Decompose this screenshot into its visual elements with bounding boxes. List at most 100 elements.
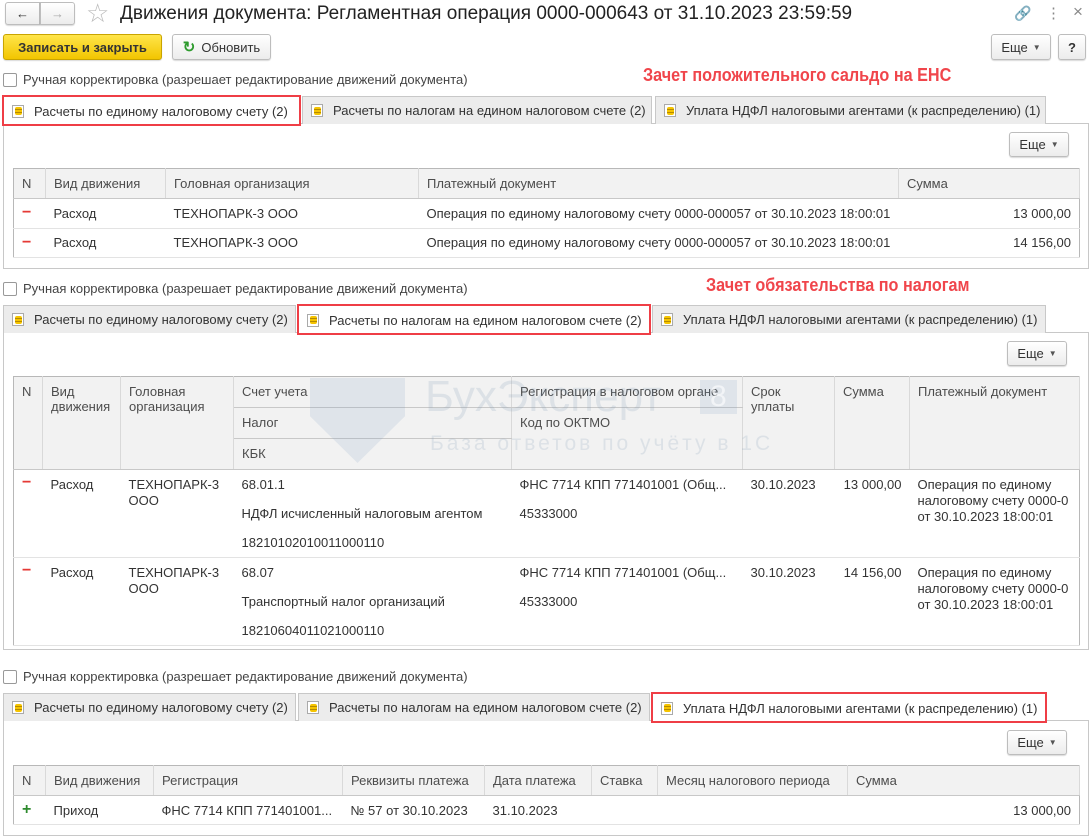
tab-3[interactable]: Уплата НДФЛ налоговыми агентами (к распр… <box>652 305 1046 333</box>
amount: 14 156,00 <box>834 557 910 646</box>
column-header: Вид движения <box>45 765 154 796</box>
tab-label: Расчеты по налогам на едином налоговом с… <box>333 103 646 118</box>
arrow-right-icon: → <box>51 6 64 21</box>
table-row[interactable]: − Расход ТЕХНОПАРК-3 ООО Операция по едином… <box>13 198 1080 229</box>
payment-date: 31.10.2023 <box>484 795 592 825</box>
movement-kind: Приход <box>45 795 154 825</box>
refresh-icon: ↻ <box>182 39 196 56</box>
more-button[interactable]: Еще ▼ <box>991 34 1051 60</box>
register-coins-icon <box>661 701 673 715</box>
checkbox-box[interactable] <box>3 281 17 296</box>
more-button[interactable]: Еще ▼ <box>1009 132 1069 157</box>
tab-label: Уплата НДФЛ налоговыми агентами (к распр… <box>686 103 1041 118</box>
checkbox-box[interactable] <box>3 669 17 684</box>
header-row: N Вид движения Головная организация Платежн… <box>13 168 1080 199</box>
manual-correction-checkbox[interactable]: Ручная корректировка (разрешает редактир… <box>3 72 468 87</box>
rate <box>591 795 658 825</box>
oktmo: 45333000 <box>519 506 578 521</box>
account-cell: 68.07 Транспортный налог организаций 18210… <box>233 557 512 646</box>
movements-table-1: N Вид движения Головная организация Платежн… <box>13 168 1080 258</box>
checkbox-label: Ручная корректировка (разрешает редактир… <box>23 281 468 296</box>
column-header: Регистрация в налоговом органе <box>511 376 743 408</box>
organization: ТЕХНОПАРК-3 ООО <box>165 228 419 258</box>
movement-kind: Расход <box>45 228 166 258</box>
tax-period-month <box>657 795 848 825</box>
tab-label: Расчеты по единому налоговому счету (2) <box>34 700 288 715</box>
expense-sign-icon: − <box>13 557 43 646</box>
register-coins-icon <box>12 313 24 326</box>
registration-cell: ФНС 7714 КПП 771401001 (Общ... 45333000 <box>511 557 743 646</box>
tab-label: Уплата НДФЛ налоговыми агентами (к распр… <box>683 312 1038 327</box>
back-button[interactable]: ← <box>5 2 40 25</box>
tab-1[interactable]: Расчеты по единому налоговому счету (2) <box>3 305 296 333</box>
more-label: Еще <box>1001 39 1028 55</box>
more-menu-icon[interactable]: ⋮ <box>1046 4 1061 22</box>
annotation-first: Зачет положительного сальдо на ЕНС <box>643 65 952 85</box>
payment-document: Операция по единому налоговому счету 000… <box>418 198 899 229</box>
column-header: Дата платежа <box>484 765 592 796</box>
checkbox-box[interactable] <box>3 72 17 87</box>
more-label: Еще <box>1017 346 1044 361</box>
checkbox-label: Ручная корректировка (разрешает редактир… <box>23 669 468 684</box>
tab-2[interactable]: Расчеты по налогам на едином налоговом с… <box>302 96 652 124</box>
forward-button[interactable]: → <box>40 2 75 25</box>
save-and-close-label: Записать и закрыть <box>18 39 147 55</box>
payment-document: Операция по единому налоговому счету 000… <box>909 557 1080 646</box>
star-icon[interactable]: ☆ <box>86 0 109 29</box>
column-header: N <box>13 765 46 796</box>
column-header: Сумма <box>847 765 1080 796</box>
tab-1[interactable]: Расчеты по единому налоговому счету (2) <box>2 95 301 126</box>
table-row[interactable]: − Расход ТЕХНОПАРК-3 ООО 68.01.1 НДФЛ исчисл… <box>13 469 1080 558</box>
amount: 13 000,00 <box>834 469 910 558</box>
manual-correction-checkbox[interactable]: Ручная корректировка (разрешает редактир… <box>3 281 468 296</box>
help-label: ? <box>1068 39 1076 55</box>
manual-correction-checkbox[interactable]: Ручная корректировка (разрешает редактир… <box>3 669 468 684</box>
register-coins-icon <box>311 104 323 117</box>
tab-1[interactable]: Расчеты по единому налоговому счету (2) <box>3 693 296 721</box>
chevron-down-icon: ▼ <box>1048 349 1057 358</box>
movements-table-3: N Вид движения Регистрация Реквизиты платеж… <box>13 765 1080 825</box>
tab-3[interactable]: Уплата НДФЛ налоговыми агентами (к распр… <box>651 692 1047 723</box>
register-coins-icon <box>12 701 24 714</box>
table-row[interactable]: + Приход ФНС 7714 КПП 771401001... № 57 от … <box>13 795 1080 825</box>
column-header: Сумма <box>834 376 910 470</box>
column-header: КБК <box>233 438 512 470</box>
help-button[interactable]: ? <box>1058 34 1086 60</box>
tax: Транспортный налог организаций <box>241 594 445 609</box>
registration: ФНС 7714 КПП 771401001... <box>153 795 343 825</box>
organization: ТЕХНОПАРК-3 ООО <box>165 198 419 229</box>
chevron-down-icon: ▼ <box>1032 42 1041 52</box>
amount: 14 156,00 <box>898 228 1080 258</box>
tab-3[interactable]: Уплата НДФЛ налоговыми агентами (к распр… <box>655 96 1046 124</box>
more-button[interactable]: Еще ▼ <box>1007 730 1067 755</box>
more-label: Еще <box>1019 137 1046 152</box>
reg: ФНС 7714 КПП 771401001 (Общ... <box>519 477 727 492</box>
link-icon[interactable]: 🔗 <box>1014 5 1031 22</box>
refresh-button[interactable]: ↻ Обновить <box>172 34 271 60</box>
tab-label: Расчеты по единому налоговому счету (2) <box>34 103 288 119</box>
chevron-down-icon: ▼ <box>1050 140 1059 149</box>
register-coins-icon <box>12 104 24 118</box>
register-coins-icon <box>661 313 673 326</box>
payment-document: Операция по единому налоговому счету 000… <box>418 228 899 258</box>
more-label: Еще <box>1017 735 1044 750</box>
register-coins-icon <box>307 701 319 714</box>
column-header: Регистрация <box>153 765 343 796</box>
tab-2[interactable]: Расчеты по налогам на едином налоговом с… <box>298 693 650 721</box>
movements-table-2: N Вид движения Головная организация Счет уч… <box>13 376 1080 646</box>
due-date: 30.10.2023 <box>742 469 835 558</box>
amount: 13 000,00 <box>898 198 1080 229</box>
tab-2[interactable]: Расчеты по налогам на едином налоговом с… <box>297 304 651 335</box>
column-header: Реквизиты платежа <box>342 765 485 796</box>
table-row[interactable]: − Расход ТЕХНОПАРК-3 ООО 68.07 Транспортный … <box>13 557 1080 646</box>
column-header: Вид движения <box>42 376 121 470</box>
table-row[interactable]: − Расход ТЕХНОПАРК-3 ООО Операция по едином… <box>13 228 1080 258</box>
expense-sign-icon: − <box>13 198 46 229</box>
refresh-label: Обновить <box>201 39 261 55</box>
account: 68.07 <box>241 565 275 580</box>
account-cell: 68.01.1 НДФЛ исчисленный налоговым агенто… <box>233 469 512 558</box>
column-header: Сумма <box>898 168 1080 199</box>
save-and-close-button[interactable]: Записать и закрыть <box>3 34 162 60</box>
close-icon[interactable]: × <box>1073 2 1083 22</box>
more-button[interactable]: Еще ▼ <box>1007 341 1067 366</box>
